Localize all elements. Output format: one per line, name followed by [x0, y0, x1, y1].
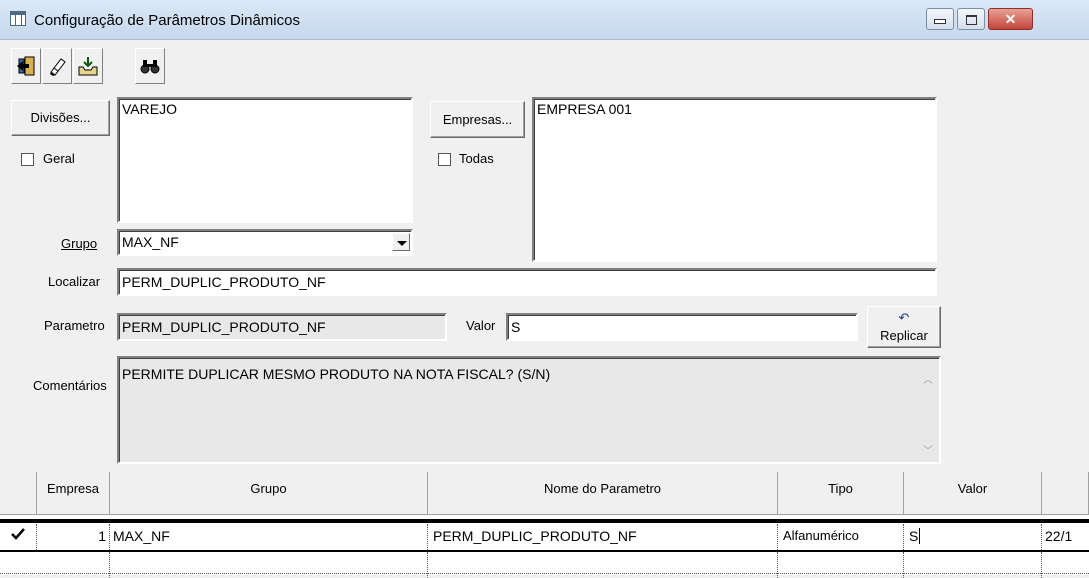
- undo-arrow-icon: ↶: [898, 310, 910, 325]
- empty-cell[interactable]: [428, 552, 778, 578]
- grupo-value: MAX_NF: [122, 234, 179, 250]
- door-exit-icon: [17, 56, 35, 76]
- find-button[interactable]: [135, 48, 165, 84]
- window-title: Configuração de Parâmetros Dinâmicos: [34, 12, 300, 29]
- cell-tipo[interactable]: Alfanumérico: [778, 524, 904, 550]
- column-header-empresa[interactable]: Empresa: [37, 472, 110, 515]
- replicar-button[interactable]: ↶ Replicar: [867, 306, 941, 348]
- empresas-button[interactable]: Empresas...: [430, 101, 525, 138]
- column-header-grupo[interactable]: Grupo: [110, 472, 428, 515]
- empty-cell[interactable]: [778, 552, 904, 578]
- empresas-list-item[interactable]: EMPRESA 001: [537, 101, 632, 117]
- close-button[interactable]: ✕: [988, 8, 1033, 30]
- todas-checkbox[interactable]: [438, 153, 451, 166]
- empty-cell: [0, 552, 37, 578]
- row-divider: [0, 573, 1089, 574]
- row-selected-check-icon: [0, 524, 37, 550]
- parameters-grid: Empresa Grupo Nome do Parametro Tipo Val…: [0, 472, 1089, 578]
- close-icon: ✕: [1004, 11, 1017, 27]
- valor-label: Valor: [466, 318, 496, 333]
- divisoes-button[interactable]: Divisões...: [11, 100, 110, 136]
- row-separator: [0, 519, 1089, 523]
- divisoes-list[interactable]: VAREJO: [117, 97, 413, 223]
- exit-button[interactable]: [11, 48, 41, 84]
- table-window-icon: [10, 11, 26, 26]
- erase-button[interactable]: [42, 48, 72, 84]
- empty-cell[interactable]: [110, 552, 428, 578]
- scroll-up-icon[interactable]: ︿: [923, 371, 933, 386]
- column-header-nome[interactable]: Nome do Parametro: [428, 472, 778, 515]
- column-header-tipo[interactable]: Tipo: [778, 472, 904, 515]
- grupo-label: Grupo: [61, 236, 97, 251]
- parametro-label: Parametro: [44, 318, 105, 333]
- localizar-label: Localizar: [48, 274, 101, 289]
- grid-indicator-header: [0, 472, 37, 515]
- cell-nome[interactable]: PERM_DUPLIC_PRODUTO_NF: [428, 524, 778, 550]
- maximize-button[interactable]: [957, 8, 985, 30]
- minimize-icon: [934, 19, 946, 24]
- empty-cell[interactable]: [1042, 552, 1089, 578]
- cell-extra[interactable]: 22/1: [1042, 524, 1089, 550]
- geral-label: Geral: [43, 151, 75, 166]
- chevron-down-icon[interactable]: [392, 233, 410, 251]
- checkmark-icon: [11, 528, 25, 540]
- valor-input[interactable]: S: [506, 313, 858, 341]
- cell-grupo[interactable]: MAX_NF: [110, 524, 428, 550]
- empresas-list[interactable]: EMPRESA 001: [532, 97, 937, 262]
- parametro-field: PERM_DUPLIC_PRODUTO_NF: [117, 313, 447, 341]
- comentarios-label: Comentários: [33, 378, 107, 393]
- empty-cell[interactable]: [904, 552, 1042, 578]
- maximize-icon: [965, 15, 977, 25]
- text-cursor: ​: [919, 528, 921, 544]
- inbox-save-icon: [78, 57, 98, 76]
- save-button[interactable]: [73, 48, 103, 84]
- divisoes-list-item[interactable]: VAREJO: [122, 101, 177, 117]
- localizar-input[interactable]: PERM_DUPLIC_PRODUTO_NF: [117, 268, 937, 296]
- valor-value[interactable]: S: [511, 319, 520, 335]
- todas-label: Todas: [459, 151, 494, 166]
- parametro-value: PERM_DUPLIC_PRODUTO_NF: [122, 319, 326, 335]
- grupo-label-text: Grupo: [61, 236, 98, 251]
- binoculars-icon: [140, 60, 160, 74]
- title-bar: Configuração de Parâmetros Dinâmicos ✕: [0, 0, 1089, 40]
- eraser-icon: [50, 58, 66, 76]
- comentarios-textarea[interactable]: PERMITE DUPLICAR MESMO PRODUTO NA NOTA F…: [117, 356, 941, 464]
- cell-valor[interactable]: S​: [904, 524, 1042, 550]
- localizar-value[interactable]: PERM_DUPLIC_PRODUTO_NF: [122, 274, 326, 290]
- column-header-valor[interactable]: Valor: [904, 472, 1042, 515]
- cell-valor-text[interactable]: S: [909, 528, 918, 544]
- cell-empresa[interactable]: 1: [37, 524, 110, 550]
- comentarios-value: PERMITE DUPLICAR MESMO PRODUTO NA NOTA F…: [122, 366, 551, 382]
- minimize-button[interactable]: [926, 8, 954, 30]
- scroll-down-icon[interactable]: ﹀: [923, 442, 933, 457]
- replicar-label: Replicar: [880, 328, 928, 343]
- grupo-combobox[interactable]: MAX_NF: [117, 229, 413, 256]
- grid-header: Empresa Grupo Nome do Parametro Tipo Val…: [0, 472, 1089, 515]
- empty-cell[interactable]: [37, 552, 110, 578]
- column-header-extra[interactable]: [1042, 472, 1089, 515]
- geral-checkbox[interactable]: [21, 153, 34, 166]
